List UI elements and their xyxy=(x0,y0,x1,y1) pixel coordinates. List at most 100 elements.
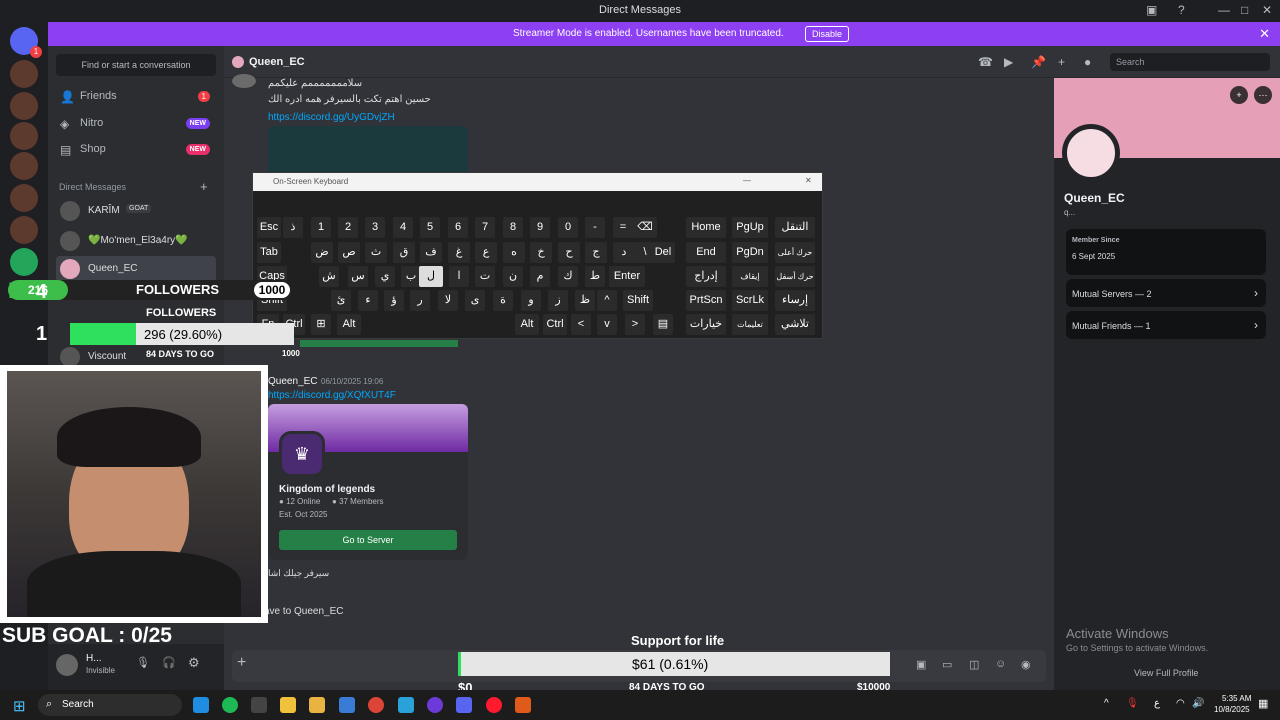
taskbar-search[interactable]: ⌕ Search xyxy=(38,694,182,716)
language-indicator[interactable]: ع xyxy=(1154,698,1160,709)
keyboard-key[interactable]: ك xyxy=(558,266,578,287)
invite-link[interactable]: https://discord.gg/UyGDvjZH xyxy=(268,112,395,123)
gift-icon[interactable]: ▣ xyxy=(916,658,926,671)
keyboard-key[interactable]: حرك أعلى xyxy=(775,242,815,263)
keyboard-key[interactable]: ة xyxy=(493,290,513,311)
keyboard-key[interactable]: ث xyxy=(365,242,387,263)
go-to-server-button[interactable] xyxy=(300,340,458,347)
server-icon[interactable] xyxy=(10,152,38,180)
app-icon[interactable] xyxy=(251,697,267,713)
opera-icon[interactable] xyxy=(486,697,502,713)
emoji-icon[interactable]: ☺ xyxy=(995,658,1006,670)
add-dm-icon[interactable]: + xyxy=(200,179,208,194)
keyboard-key[interactable]: ز xyxy=(548,290,568,311)
more-options-icon[interactable]: ⋯ xyxy=(1254,86,1272,104)
keyboard-key[interactable]: 3 xyxy=(365,217,385,238)
keyboard-key[interactable]: - xyxy=(585,217,605,238)
mic-tray-icon[interactable]: 🎙 xyxy=(1126,698,1139,709)
app-icon[interactable] xyxy=(339,697,355,713)
keyboard-key[interactable]: PgDn xyxy=(732,242,768,263)
minimize-button[interactable]: — xyxy=(743,176,751,185)
keyboard-key[interactable]: Alt xyxy=(337,314,361,335)
keyboard-key[interactable]: ئ xyxy=(331,290,351,311)
server-icon[interactable] xyxy=(10,60,38,88)
inbox-icon[interactable]: ▣ xyxy=(1146,3,1157,17)
clock-date[interactable]: 10/8/2025 xyxy=(1214,705,1250,714)
keyboard-key[interactable]: ج xyxy=(585,242,607,263)
keyboard-key[interactable]: ه xyxy=(503,242,525,263)
dm-item-active[interactable]: Queen_EC xyxy=(56,256,216,282)
file-explorer-icon[interactable] xyxy=(280,697,296,713)
keyboard-key[interactable]: 9 xyxy=(530,217,550,238)
keyboard-key[interactable]: ق xyxy=(393,242,415,263)
keyboard-key[interactable]: 2 xyxy=(338,217,358,238)
keyboard-key[interactable]: 8 xyxy=(503,217,523,238)
view-full-profile-link[interactable]: View Full Profile xyxy=(1134,668,1198,678)
mutual-friends-row[interactable]: Mutual Friends — 1 › xyxy=(1066,311,1266,339)
discord-home-icon[interactable]: 1 xyxy=(10,27,42,58)
invite-link[interactable]: https://discord.gg/XQfXUT4F xyxy=(268,390,396,401)
keyboard-key[interactable]: ب xyxy=(401,266,421,287)
server-icon[interactable] xyxy=(10,216,38,244)
keyboard-key[interactable]: و xyxy=(521,290,541,311)
dm-item[interactable]: 💚Mo'men_El3a4ry💚 xyxy=(56,228,216,254)
keyboard-key[interactable]: ر xyxy=(410,290,430,311)
server-icon[interactable] xyxy=(10,122,38,150)
search-input[interactable]: Search xyxy=(1110,53,1270,71)
close-window-button[interactable]: ✕ xyxy=(1262,3,1272,17)
keyboard-key[interactable]: ض xyxy=(311,242,333,263)
help-icon[interactable]: ? xyxy=(1178,3,1185,17)
maximize-button[interactable]: □ xyxy=(1241,3,1248,17)
keyboard-key[interactable]: ^ xyxy=(597,290,617,311)
keyboard-key[interactable]: خيارات xyxy=(686,314,726,335)
server-icon[interactable] xyxy=(10,248,38,276)
keyboard-key[interactable]: PrtScn xyxy=(686,290,726,311)
keyboard-key[interactable]: Tab xyxy=(257,242,281,263)
settings-gear-icon[interactable]: ⚙ xyxy=(188,655,200,671)
avatar[interactable] xyxy=(56,654,78,676)
keyboard-key[interactable]: ⌫ xyxy=(633,217,657,238)
keyboard-key[interactable]: ط xyxy=(585,266,605,287)
keyboard-key[interactable]: 6 xyxy=(448,217,468,238)
volume-icon[interactable]: 🔊 xyxy=(1192,698,1204,709)
keyboard-key[interactable]: Enter xyxy=(609,266,645,287)
keyboard-key[interactable]: د xyxy=(613,242,635,263)
nav-shop[interactable]: ▤ Shop NEW xyxy=(56,138,216,162)
keyboard-key[interactable]: 0 xyxy=(558,217,578,238)
go-to-server-button[interactable]: Go to Server xyxy=(279,530,457,550)
keyboard-key[interactable]: Ctrl xyxy=(543,314,567,335)
wifi-icon[interactable]: ◠ xyxy=(1176,698,1185,709)
keyboard-key[interactable]: 1 xyxy=(311,217,331,238)
app-icon[interactable] xyxy=(427,697,443,713)
keyboard-key[interactable]: 7 xyxy=(475,217,495,238)
keyboard-key[interactable]: 5 xyxy=(420,217,440,238)
keyboard-key[interactable]: End xyxy=(686,242,726,263)
keyboard-key[interactable]: تلاشي xyxy=(775,314,815,335)
call-icon[interactable]: ☎ xyxy=(978,55,993,69)
keyboard-key[interactable]: س xyxy=(348,266,368,287)
keyboard-key[interactable]: تعليمات xyxy=(732,314,768,335)
keyboard-key[interactable]: Del xyxy=(651,242,675,263)
close-banner-icon[interactable]: ✕ xyxy=(1259,26,1270,42)
server-icon[interactable] xyxy=(10,92,38,120)
pin-icon[interactable]: 📌 xyxy=(1031,55,1046,69)
keyboard-key[interactable]: ت xyxy=(475,266,495,287)
keyboard-key[interactable]: خ xyxy=(530,242,552,263)
keyboard-key[interactable]: ا xyxy=(449,266,469,287)
video-call-icon[interactable]: ▶ xyxy=(1004,55,1013,69)
gif-icon[interactable]: ▭ xyxy=(942,658,952,671)
keyboard-key[interactable]: ل xyxy=(419,266,443,287)
dm-item[interactable]: KARÎM GOAT xyxy=(56,198,216,224)
keyboard-key[interactable]: حرك أسفل xyxy=(775,266,815,287)
keyboard-key[interactable]: ▤ xyxy=(653,314,673,335)
keyboard-key[interactable]: Alt xyxy=(515,314,539,335)
keyboard-key[interactable]: PgUp xyxy=(732,217,768,238)
keyboard-key[interactable]: لا xyxy=(438,290,458,311)
disable-button[interactable]: Disable xyxy=(805,26,850,42)
minimize-button[interactable]: — xyxy=(1218,3,1230,17)
add-friend-icon[interactable]: + xyxy=(1230,86,1248,104)
keyboard-key[interactable]: ص xyxy=(338,242,360,263)
server-icon[interactable] xyxy=(10,184,38,212)
chrome-icon[interactable] xyxy=(368,697,384,713)
app-icon[interactable] xyxy=(309,697,325,713)
